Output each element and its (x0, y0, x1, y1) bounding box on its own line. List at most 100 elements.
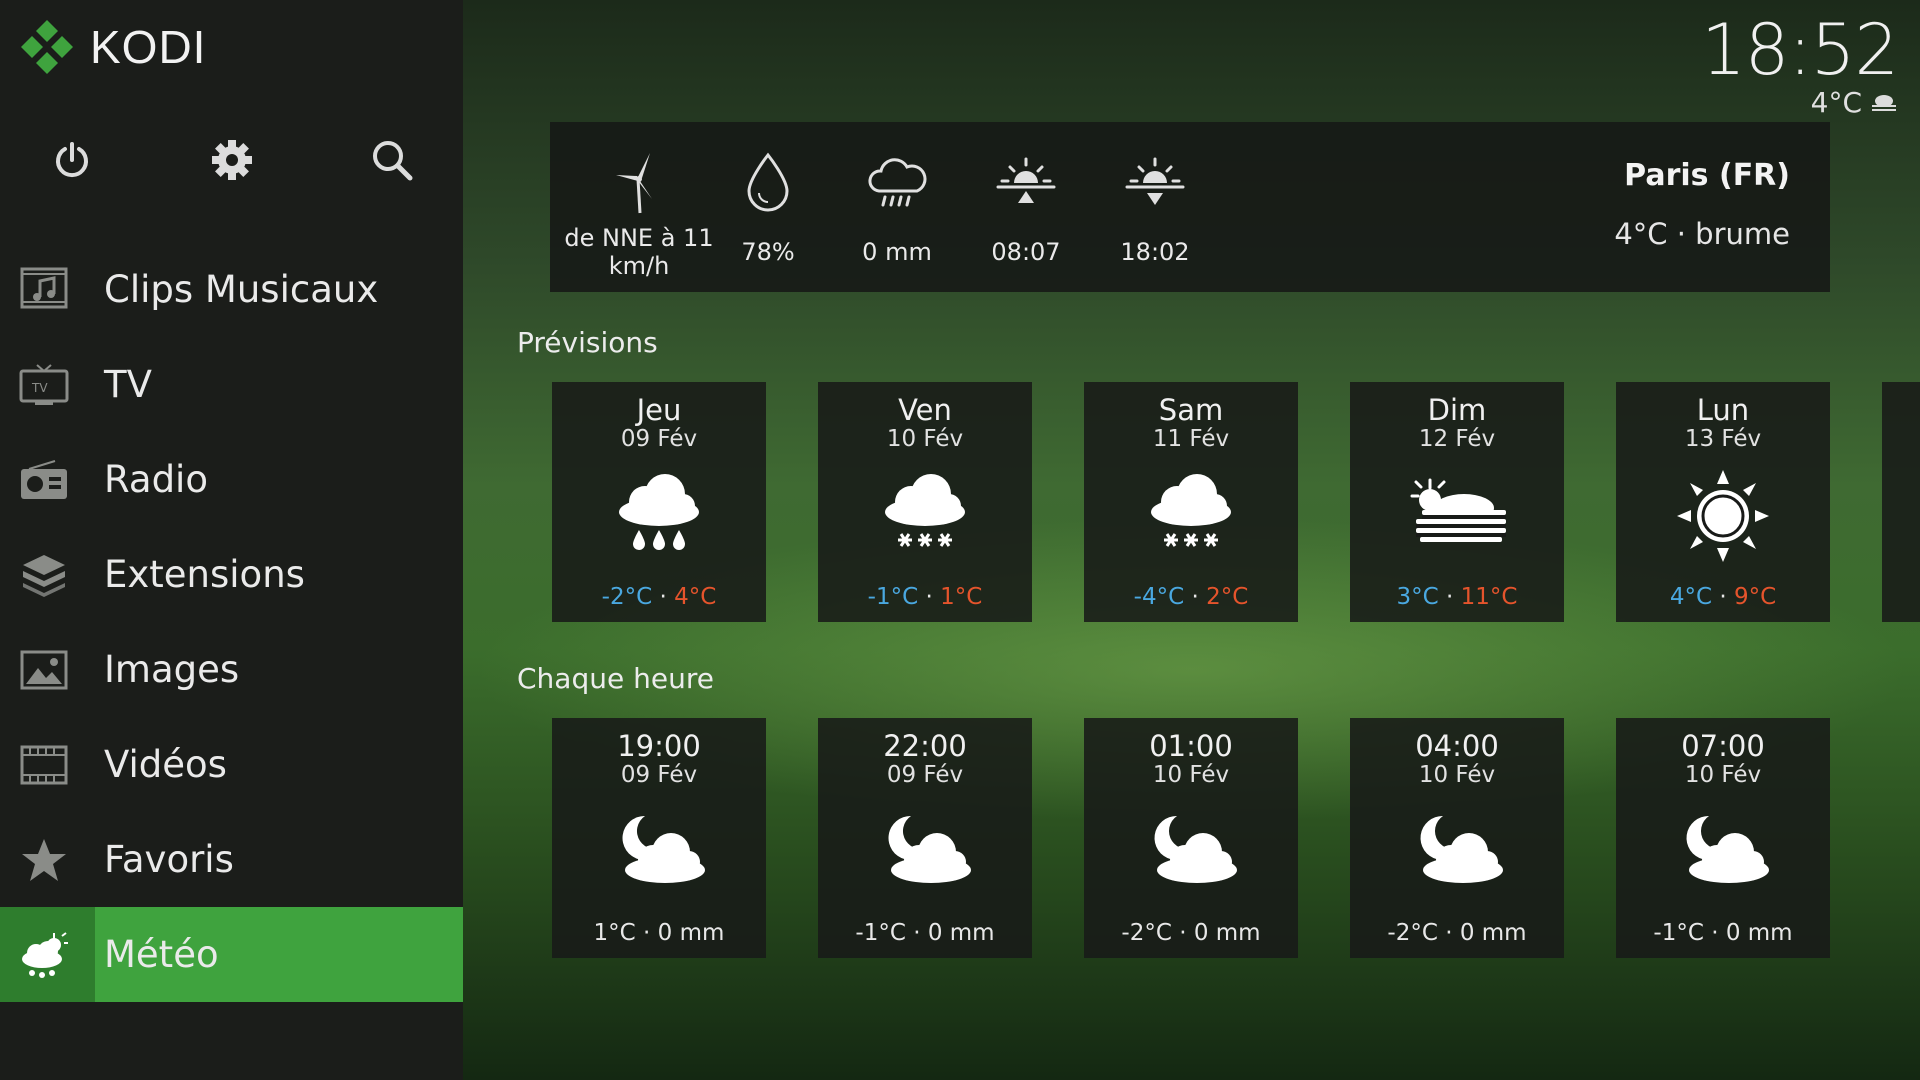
images-icon (18, 646, 70, 694)
rain-cloud-icon (868, 158, 927, 207)
hourly-date: 10 Fév (1684, 762, 1762, 788)
menu-item-label: Météo (104, 933, 219, 976)
forecast-card[interactable]: Lun 13 Fév 4°C · 9°C (1616, 382, 1830, 622)
temp-high: 11°C (1460, 584, 1518, 610)
svg-text:TV: TV (31, 381, 48, 395)
forecast-day: Sam (1158, 393, 1224, 427)
gear-icon (212, 140, 252, 180)
forecast-card[interactable]: Ven 10 Fév -1°C · 1°C (818, 382, 1032, 622)
forecast-day: Jeu (636, 393, 682, 427)
moon-cloud-icon (1686, 815, 1769, 883)
menu-item-label: Images (104, 648, 240, 691)
sun-icon (1677, 470, 1769, 562)
hourly-card[interactable]: 01:00 10 Fév -2°C · 0 mm (1084, 718, 1298, 958)
menu-item-label: Favoris (104, 838, 234, 881)
forecast-title: Prévisions (517, 326, 658, 359)
clock-widget: 18:52 4°C (1701, 9, 1899, 119)
forecast-date: 10 Fév (886, 426, 964, 452)
star-icon (18, 836, 70, 884)
menu-item-favoris[interactable]: Favoris (0, 812, 463, 907)
clock-time: 18:52 (1701, 9, 1899, 91)
temp-low: 3°C (1396, 584, 1439, 610)
current-conditions-panel: de NNE à 11 km/h 78% 0 mm 08:07 18:02 Pa… (550, 122, 1830, 292)
forecast-date: 12 Fév (1418, 426, 1496, 452)
temp-low: -1°C (867, 584, 919, 610)
settings-button[interactable] (200, 128, 264, 192)
humidity-stat: 78% (693, 146, 843, 266)
snow-icon (1151, 474, 1231, 547)
hourly-summary: -2°C · 0 mm (1387, 920, 1527, 946)
hourly-summary: -2°C · 0 mm (1121, 920, 1261, 946)
search-icon (373, 141, 413, 181)
moon-cloud-icon (1420, 815, 1503, 883)
weather-icon (18, 931, 70, 979)
humidity-value: 78% (741, 238, 795, 266)
kodi-logo-icon (21, 20, 73, 74)
forecast-date: 13 Fév (1684, 426, 1762, 452)
forecast-card-partial (1882, 382, 1920, 622)
forecast-temps: 3°C · 11°C (1396, 584, 1518, 610)
app-name: KODI (90, 21, 207, 73)
wind-turbine-icon (616, 153, 652, 214)
menu-item-images[interactable]: Images (0, 622, 463, 717)
extensions-icon (18, 551, 70, 599)
hourly-time: 01:00 (1149, 729, 1233, 763)
hourly-card[interactable]: 07:00 10 Fév -1°C · 0 mm (1616, 718, 1830, 958)
menu-item-label: Vidéos (104, 743, 227, 786)
menu-item-videos[interactable]: Vidéos (0, 717, 463, 812)
forecast-temps: -2°C · 4°C (601, 584, 717, 610)
precipitation-value: 0 mm (862, 238, 932, 266)
hourly-summary: -1°C · 0 mm (855, 920, 995, 946)
temp-high: 1°C (940, 584, 983, 610)
temp-high: 9°C (1733, 584, 1777, 610)
hourly-time: 04:00 (1415, 729, 1499, 763)
radio-icon (18, 456, 70, 504)
power-button[interactable] (40, 128, 104, 192)
hourly-time: 19:00 (617, 729, 701, 763)
hourly-card[interactable]: 04:00 10 Fév -2°C · 0 mm (1350, 718, 1564, 958)
wind-value: de NNE à 11 km/h (564, 224, 714, 280)
hourly-title: Chaque heure (517, 662, 714, 695)
forecast-card[interactable]: Sam 11 Fév -4°C · 2°C (1084, 382, 1298, 622)
forecast-date: 09 Fév (620, 426, 698, 452)
wind-stat: de NNE à 11 km/h (564, 146, 714, 280)
menu-item-radio[interactable]: Radio (0, 432, 463, 527)
hourly-date: 09 Fév (886, 762, 964, 788)
temp-high: 2°C (1206, 584, 1249, 610)
hourly-card[interactable]: 19:00 09 Fév 1°C · 0 mm (552, 718, 766, 958)
sunrise-value: 08:07 (991, 238, 1061, 266)
forecast-day: Dim (1427, 393, 1487, 427)
hourly-card[interactable]: 22:00 09 Fév -1°C · 0 mm (818, 718, 1032, 958)
menu-item-clips-musicaux[interactable]: Clips Musicaux (0, 242, 463, 337)
sun-fog-icon (1410, 478, 1506, 542)
forecast-card[interactable]: Dim 12 Fév 3°C · 11°C (1350, 382, 1564, 622)
menu-item-meteo[interactable]: Météo (0, 907, 463, 1002)
menu-item-tv[interactable]: TV TV (0, 337, 463, 432)
precipitation-stat: 0 mm (822, 146, 972, 266)
moon-cloud-icon (622, 815, 705, 883)
location-name: Paris (FR) (1624, 158, 1790, 193)
hourly-date: 10 Fév (1152, 762, 1230, 788)
forecast-day: Lun (1696, 393, 1750, 427)
sunset-stat: 18:02 (1080, 146, 1230, 266)
menu-item-label: Clips Musicaux (104, 268, 379, 311)
kodi-logo[interactable]: KODI (18, 18, 206, 76)
forecast-day: Ven (898, 393, 952, 427)
hourly-summary: 1°C · 0 mm (593, 920, 725, 946)
snow-icon (885, 474, 965, 547)
sunset-value: 18:02 (1120, 238, 1190, 266)
menu-item-extensions[interactable]: Extensions (0, 527, 463, 622)
current-condition: 4°C · brume (1614, 217, 1790, 251)
hourly-time: 07:00 (1681, 729, 1765, 763)
hourly-date: 10 Fév (1418, 762, 1496, 788)
forecast-card[interactable]: Jeu 09 Fév -2°C · 4°C (552, 382, 766, 622)
temp-low: -2°C (601, 584, 653, 610)
hourly-summary: -1°C · 0 mm (1653, 920, 1793, 946)
sidebar: KODI Clips Musicaux TV TV Radio Extensio… (0, 0, 463, 1080)
moon-cloud-icon (1154, 815, 1237, 883)
main-menu: Clips Musicaux TV TV Radio Extensions Im… (0, 242, 463, 1002)
search-button[interactable] (360, 128, 424, 192)
moon-cloud-icon (888, 815, 971, 883)
forecast-date: 11 Fév (1152, 426, 1230, 452)
tv-icon: TV (18, 361, 70, 409)
